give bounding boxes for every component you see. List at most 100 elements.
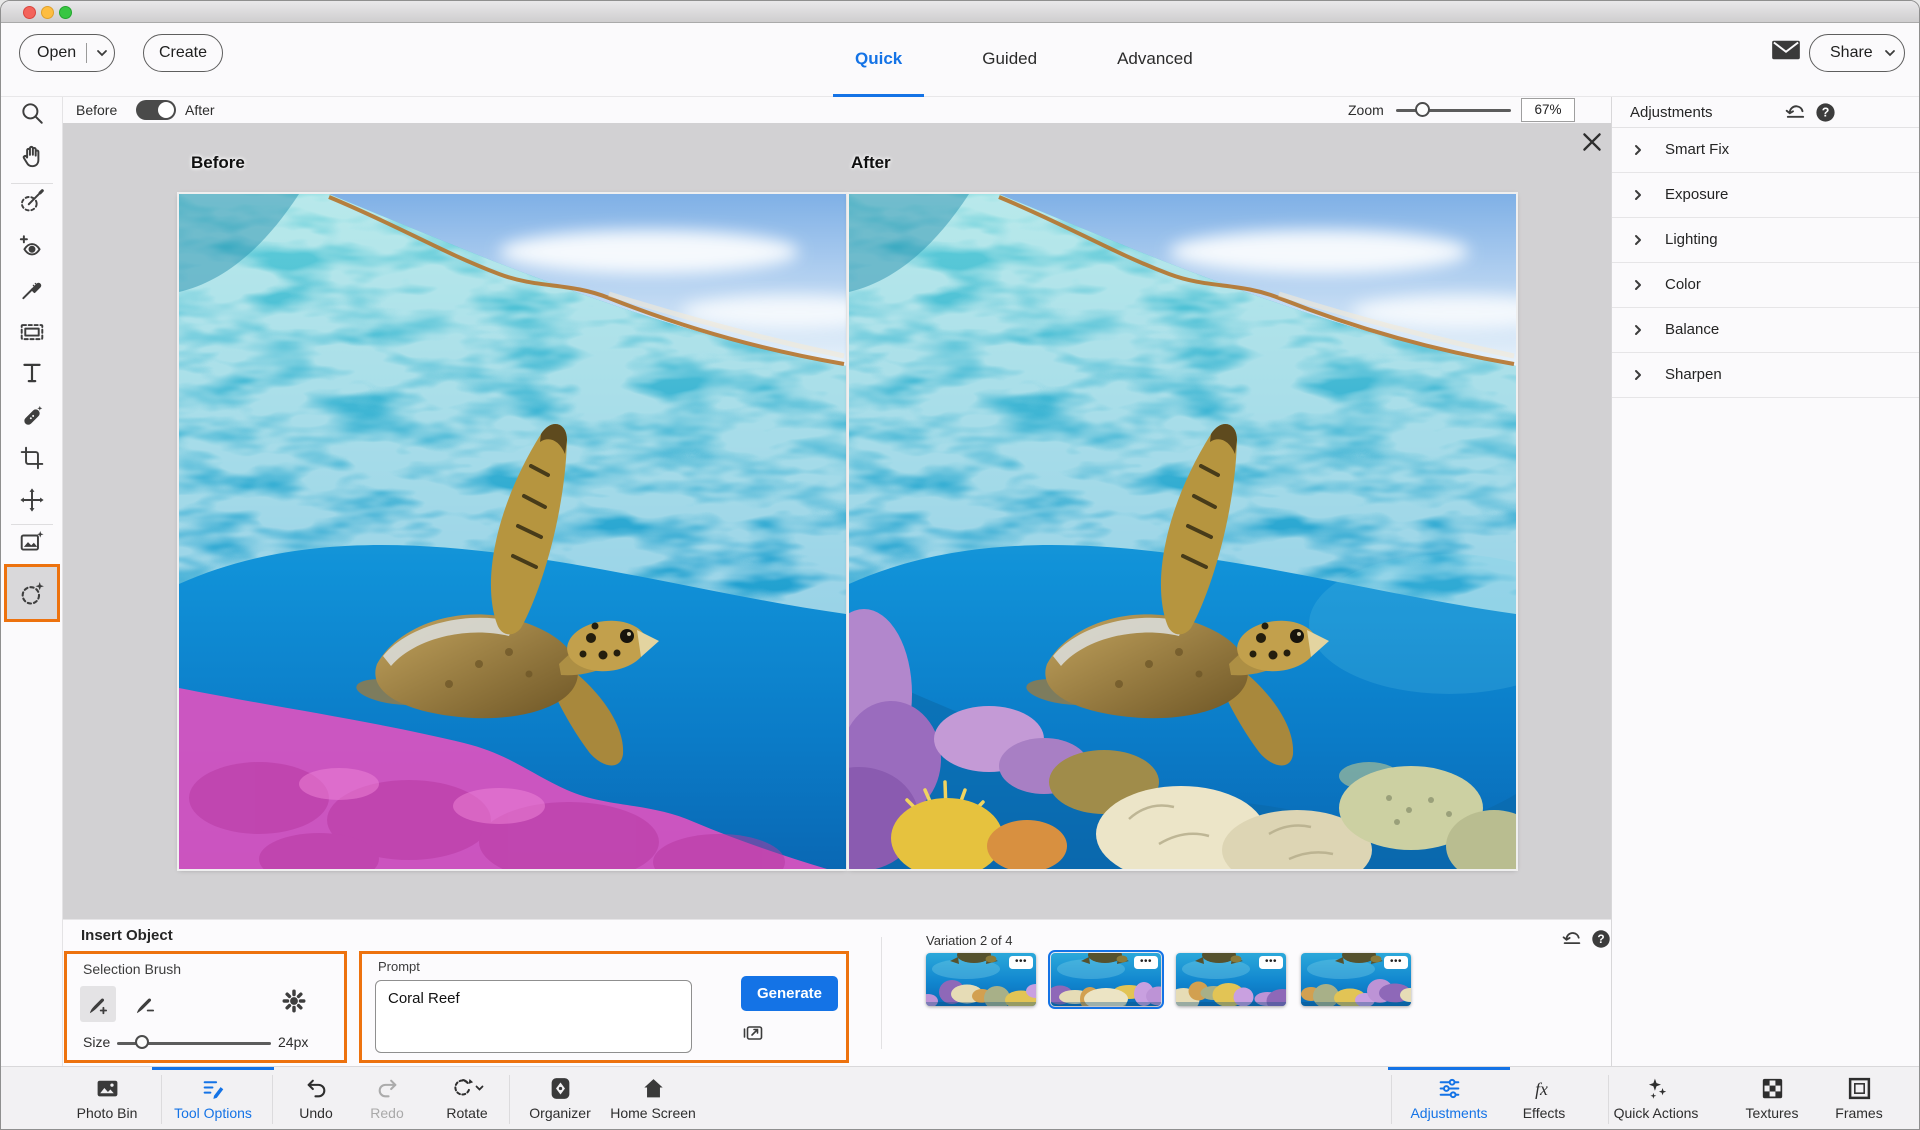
adjustment-item-balance[interactable]: Balance: [1612, 308, 1920, 353]
zoom-slider-knob[interactable]: [1415, 102, 1430, 117]
adjustment-item-exposure[interactable]: Exposure: [1612, 173, 1920, 218]
open-button[interactable]: Open: [19, 34, 115, 72]
generate-button[interactable]: Generate: [741, 976, 838, 1011]
zoom-tool[interactable]: [15, 96, 49, 130]
thumbnail-more-options-button[interactable]: •••: [1259, 956, 1283, 969]
help-icon[interactable]: ?: [1590, 928, 1612, 950]
organizer-icon: [548, 1076, 573, 1101]
straighten-tool[interactable]: [15, 314, 49, 348]
adjustment-item-label: Lighting: [1665, 231, 1718, 248]
svg-text:?: ?: [1822, 106, 1830, 120]
spot-healing-tool[interactable]: [15, 399, 49, 433]
zoom-window-button[interactable]: [59, 6, 72, 19]
before-after-toggle[interactable]: [136, 100, 176, 120]
hand-tool[interactable]: [15, 139, 49, 173]
help-icon[interactable]: ?: [1814, 101, 1837, 124]
zoom-slider-label: Zoom: [1348, 102, 1384, 118]
adjustments-icon: [1437, 1076, 1462, 1101]
zoom-icon: [19, 100, 45, 126]
reset-icon[interactable]: [1784, 101, 1807, 124]
close-view-icon[interactable]: [1579, 129, 1605, 155]
zoom-slider-track[interactable]: [1396, 109, 1511, 112]
taskbar-item-home-screen[interactable]: Home Screen: [598, 1067, 708, 1130]
home-icon: [641, 1076, 666, 1101]
adjustment-item-color[interactable]: Color: [1612, 263, 1920, 308]
taskbar-item-label: Frames: [1790, 1105, 1920, 1121]
expand-preview-icon[interactable]: [740, 1020, 766, 1046]
rotate-icon: [450, 1076, 484, 1101]
divider: [11, 183, 53, 184]
quick-selection-tool[interactable]: [15, 184, 49, 218]
effects-fx-icon: fx: [1532, 1076, 1557, 1101]
application-window: Open Create Quick Guided Advanced Share Be…: [0, 0, 1920, 1130]
before-image[interactable]: [179, 194, 846, 869]
whiten-teeth-tool[interactable]: [15, 272, 49, 306]
variation-thumbnail-2[interactable]: •••: [1051, 953, 1161, 1006]
minimize-window-button[interactable]: [41, 6, 54, 19]
ai-image-tool[interactable]: [15, 525, 49, 559]
variation-thumbnail-3[interactable]: •••: [1176, 953, 1286, 1006]
tab-guided[interactable]: Guided: [960, 23, 1059, 97]
brush-size-value: 24px: [278, 1034, 308, 1050]
add-to-selection-brush-button[interactable]: [80, 986, 116, 1022]
thumbnail-more-options-button[interactable]: •••: [1009, 956, 1033, 969]
divider: [86, 43, 87, 63]
before-toggle-label: Before: [76, 102, 117, 118]
share-button[interactable]: Share: [1809, 34, 1905, 72]
variation-thumbnail-1[interactable]: •••: [926, 953, 1036, 1006]
insert-object-tool[interactable]: [4, 564, 60, 622]
header-bar: Open Create Quick Guided Advanced Share: [1, 23, 1919, 97]
chevron-down-icon: [1883, 46, 1897, 60]
divider: [1608, 1075, 1609, 1124]
variation-thumbnail-4[interactable]: •••: [1301, 953, 1411, 1006]
after-image[interactable]: [849, 194, 1516, 869]
insert-object-title: Insert Object: [81, 927, 173, 944]
title-bar: [1, 1, 1919, 23]
zoom-value-field[interactable]: 67%: [1521, 98, 1575, 122]
close-window-button[interactable]: [23, 6, 36, 19]
chevron-right-icon: [1631, 368, 1645, 382]
open-button-label: Open: [37, 44, 76, 62]
divider: [509, 1075, 510, 1124]
adjustment-item-lighting[interactable]: Lighting: [1612, 218, 1920, 263]
adjustment-item-smart-fix[interactable]: Smart Fix: [1612, 128, 1920, 173]
create-button[interactable]: Create: [143, 34, 223, 72]
insert-object-icon: [18, 579, 46, 607]
brush-settings-gear-icon[interactable]: [281, 988, 307, 1014]
brush-size-slider-knob[interactable]: [135, 1035, 149, 1049]
after-photo: [849, 194, 1516, 869]
move-tool[interactable]: [15, 483, 49, 517]
thumbnail-more-options-button[interactable]: •••: [1384, 956, 1408, 969]
frames-icon: [1847, 1076, 1872, 1101]
crop-tool[interactable]: [15, 441, 49, 475]
divider: [1391, 1075, 1392, 1124]
before-photo: [179, 194, 846, 869]
hand-icon: [19, 143, 45, 169]
adjustment-item-label: Sharpen: [1665, 366, 1722, 383]
adjustment-item-label: Color: [1665, 276, 1701, 293]
chevron-right-icon: [1631, 323, 1645, 337]
red-eye-tool[interactable]: [15, 229, 49, 263]
adjustment-item-sharpen[interactable]: Sharpen: [1612, 353, 1920, 398]
tool-strip: [1, 97, 63, 1066]
chevron-right-icon: [1631, 233, 1645, 247]
thumbnail-more-options-button[interactable]: •••: [1134, 956, 1158, 969]
share-button-label: Share: [1830, 44, 1873, 62]
prompt-group: Prompt Coral Reef Generate: [359, 951, 849, 1063]
subtract-from-selection-brush-button[interactable]: [127, 986, 163, 1022]
adjustment-item-label: Smart Fix: [1665, 141, 1729, 158]
taskbar-item-effects[interactable]: fxEffects: [1489, 1067, 1599, 1130]
email-icon[interactable]: [1771, 38, 1801, 62]
photo-bin-icon: [95, 1076, 120, 1101]
adjustment-item-label: Exposure: [1665, 186, 1728, 203]
prompt-input[interactable]: Coral Reef: [375, 980, 692, 1053]
reset-icon[interactable]: [1561, 928, 1583, 950]
whiten-teeth-icon: [19, 276, 45, 302]
type-tool[interactable]: [15, 356, 49, 390]
tab-quick[interactable]: Quick: [833, 23, 924, 97]
taskbar-item-quick-actions[interactable]: Quick Actions: [1601, 1067, 1711, 1130]
tab-advanced[interactable]: Advanced: [1095, 23, 1215, 97]
taskbar-item-frames[interactable]: Frames: [1804, 1067, 1914, 1130]
type-icon: [19, 360, 45, 386]
variation-status-label: Variation 2 of 4: [926, 933, 1012, 948]
